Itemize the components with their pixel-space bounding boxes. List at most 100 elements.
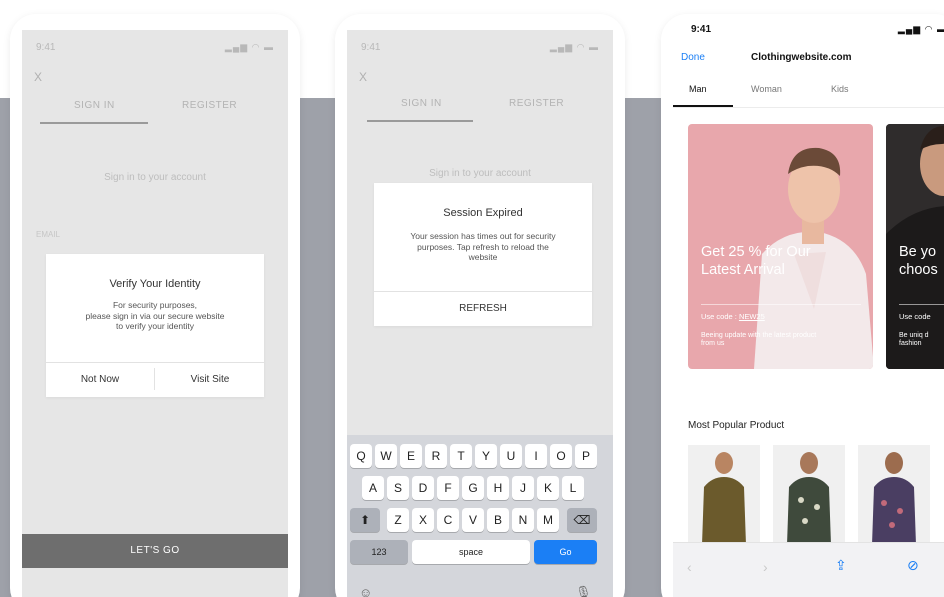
product-card[interactable] (773, 445, 845, 545)
close-button[interactable]: X (34, 70, 42, 84)
sign-in-subtitle: Sign in to your account (429, 168, 531, 179)
active-category-indicator (673, 105, 733, 107)
key-s[interactable]: S (387, 476, 409, 500)
promo-code-prefix: Use code (899, 312, 931, 321)
key-i[interactable]: I (525, 444, 547, 468)
key-w[interactable]: W (375, 444, 397, 468)
tab-sign-in[interactable]: SIGN IN (401, 98, 442, 109)
tab-register[interactable]: REGISTER (182, 100, 237, 111)
product-image (787, 452, 831, 545)
key-r[interactable]: R (425, 444, 447, 468)
auth-tabs: SIGN IN REGISTER (347, 98, 613, 124)
tab-sign-in[interactable]: SIGN IN (74, 100, 115, 111)
key-d[interactable]: D (412, 476, 434, 500)
dialog-body: Your session has times out for security … (410, 231, 556, 263)
microphone-icon[interactable]: 🎙︎ (575, 585, 592, 597)
tab-kids[interactable]: Kids (831, 84, 849, 94)
refresh-button[interactable]: REFRESH (374, 303, 592, 314)
promo-card-new-arrival[interactable]: Get 25 % for Our Latest Arrival Use code… (688, 124, 873, 369)
promo-code: NEW25 (738, 312, 765, 321)
key-t[interactable]: T (450, 444, 472, 468)
key-l[interactable]: L (562, 476, 584, 500)
showcase-canvas: 9:41 ▂▄▆ ◠ ▬ X SIGN IN REGISTER Sign in … (0, 0, 944, 597)
status-icons: ▂▄▆ ◠ ▬ (549, 42, 599, 52)
status-time: 9:41 (36, 42, 56, 53)
browser-toolbar: ‹ › ⇪ ⊘ (673, 542, 944, 597)
key-n[interactable]: N (512, 508, 534, 532)
phone-verify-identity: 9:41 ▂▄▆ ◠ ▬ X SIGN IN REGISTER Sign in … (10, 14, 300, 597)
login-screen: 9:41 ▂▄▆ ◠ ▬ X SIGN IN REGISTER Sign in … (22, 30, 288, 597)
active-tab-indicator (367, 120, 473, 122)
key-c[interactable]: C (437, 508, 459, 532)
key-f[interactable]: F (437, 476, 459, 500)
tab-man[interactable]: Man (689, 84, 707, 94)
key-v[interactable]: V (462, 508, 484, 532)
verify-identity-dialog: Verify Your Identity For security purpos… (46, 254, 264, 397)
delete-key[interactable]: ⌫ (567, 508, 597, 532)
shift-key[interactable]: ⬆ (350, 508, 380, 532)
on-screen-keyboard: Q W E R T Y U I O P A S D F G H J K L ⬆ … (347, 435, 613, 597)
key-o[interactable]: O (550, 444, 572, 468)
dialog-divider (46, 362, 264, 363)
phone-session-expired: 9:41 ▂▄▆ ◠ ▬ X SIGN IN REGISTER Sign in … (335, 14, 625, 597)
close-button[interactable]: X (359, 70, 367, 84)
tab-woman[interactable]: Woman (751, 84, 782, 94)
status-bar: 9:41 ▂▄▆ ◠ ▬ (36, 42, 274, 56)
browser-nav-bar: Done Clothingwebsite.com (673, 50, 944, 68)
product-card[interactable] (858, 445, 930, 545)
dialog-title: Verify Your Identity (109, 278, 201, 290)
dialog-divider (374, 291, 592, 292)
key-a[interactable]: A (362, 476, 384, 500)
session-expired-dialog: Session Expired Your session has times o… (374, 183, 592, 326)
go-key[interactable]: Go (534, 540, 597, 564)
status-icons: ▂▄▆ ◠ ▬ (897, 24, 944, 34)
dialog-title: Session Expired (443, 207, 523, 219)
category-tabs: Man Woman Kids (673, 82, 944, 108)
share-icon[interactable]: ⇪ (835, 557, 847, 574)
key-m[interactable]: M (537, 508, 559, 532)
active-tab-indicator (40, 122, 148, 124)
status-bar: 9:41 ▂▄▆ ◠ ▬ (691, 24, 944, 38)
key-p[interactable]: P (575, 444, 597, 468)
key-x[interactable]: X (412, 508, 434, 532)
key-j[interactable]: J (512, 476, 534, 500)
not-now-button[interactable]: Not Now (46, 374, 154, 385)
key-y[interactable]: Y (475, 444, 497, 468)
promo-headline: Get 25 % for Our Latest Arrival (701, 244, 811, 278)
forward-icon[interactable]: › (763, 559, 768, 575)
shop-screen: 9:41 ▂▄▆ ◠ ▬ Done Clothingwebsite.com Ma… (673, 14, 944, 597)
compass-icon[interactable]: ⊘ (907, 557, 919, 574)
key-q[interactable]: Q (350, 444, 372, 468)
key-b[interactable]: B (487, 508, 509, 532)
key-h[interactable]: H (487, 476, 509, 500)
sign-in-subtitle: Sign in to your account (104, 172, 206, 183)
key-k[interactable]: K (537, 476, 559, 500)
status-icons: ▂▄▆ ◠ ▬ (224, 42, 274, 52)
dialog-button-separator (154, 368, 155, 390)
visit-site-button[interactable]: Visit Site (156, 374, 264, 385)
product-card[interactable] (688, 445, 760, 545)
key-g[interactable]: G (462, 476, 484, 500)
promo-card-secondary[interactable]: Be yo choos Use code Be uniq d fashion (886, 124, 944, 369)
key-u[interactable]: U (500, 444, 522, 468)
status-time: 9:41 (691, 24, 712, 35)
promo-headline: Be yo choos (899, 244, 938, 278)
email-label: EMAIL (36, 230, 61, 239)
space-key[interactable]: space (412, 540, 530, 564)
emoji-icon[interactable]: ☺ (359, 585, 372, 597)
promo-note: Beeing update with the latest product fr… (701, 332, 817, 348)
done-button[interactable]: Done (681, 52, 705, 63)
key-e[interactable]: E (400, 444, 422, 468)
session-screen: 9:41 ▂▄▆ ◠ ▬ X SIGN IN REGISTER Sign in … (347, 30, 613, 597)
numbers-key[interactable]: 123 (350, 540, 408, 564)
dialog-body: For security purposes, please sign in vi… (85, 300, 225, 332)
lets-go-button[interactable]: LET'S GO (22, 534, 288, 568)
promo-divider (899, 304, 944, 305)
key-z[interactable]: Z (387, 508, 409, 532)
back-icon[interactable]: ‹ (687, 559, 692, 575)
tab-register[interactable]: REGISTER (509, 98, 564, 109)
shift-icon: ⬆ (359, 513, 371, 527)
status-time: 9:41 (361, 42, 381, 53)
status-bar: 9:41 ▂▄▆ ◠ ▬ (361, 42, 599, 56)
product-image (702, 452, 746, 545)
